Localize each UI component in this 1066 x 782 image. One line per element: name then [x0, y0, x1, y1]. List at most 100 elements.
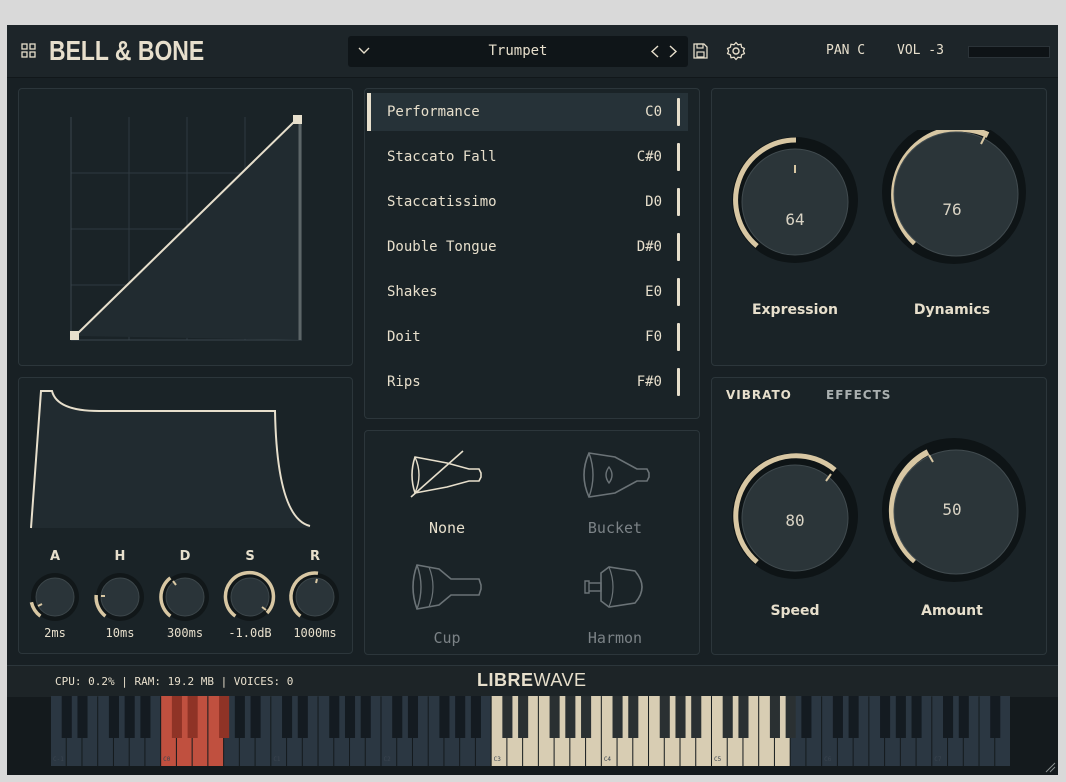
black-key[interactable] [344, 696, 356, 738]
black-key[interactable] [722, 696, 733, 738]
black-key[interactable] [187, 696, 198, 738]
black-key[interactable] [439, 696, 450, 738]
mute-option-cup[interactable]: Cup [387, 553, 507, 657]
black-key[interactable] [61, 696, 72, 738]
black-key[interactable] [124, 696, 135, 738]
grid-menu-icon[interactable] [21, 43, 37, 59]
preset-name: Trumpet [488, 43, 548, 59]
black-key[interactable] [659, 696, 670, 738]
resize-grip-icon[interactable] [1044, 761, 1056, 773]
velocity-curve-panel [18, 88, 353, 366]
black-key[interactable] [990, 696, 1001, 738]
black-key[interactable] [470, 696, 481, 738]
articulation-item[interactable]: Doit F0 [367, 318, 688, 356]
settings-gear-icon[interactable] [726, 41, 746, 61]
expression-knob[interactable] [732, 137, 858, 263]
articulation-keyswitch: F#0 [636, 374, 662, 390]
mute-option-harmon[interactable]: Harmon [555, 553, 675, 657]
black-key[interactable] [518, 696, 529, 738]
black-key[interactable] [171, 696, 182, 738]
articulation-item[interactable]: Double Tongue D#0 [367, 228, 688, 266]
volume-readout[interactable]: VOL -3 [897, 43, 944, 58]
dynamics-value: 76 [942, 200, 962, 219]
articulation-item[interactable]: Rips F#0 [367, 363, 688, 401]
black-key[interactable] [581, 696, 592, 738]
articulation-level-bar [677, 368, 680, 396]
articulation-keyswitch: C#0 [636, 149, 662, 165]
black-key[interactable] [329, 696, 340, 738]
black-key[interactable] [565, 696, 576, 738]
black-key[interactable] [769, 696, 780, 738]
black-key[interactable] [250, 696, 261, 738]
octave-label: C3 [493, 756, 501, 763]
speed-label: Speed [770, 603, 820, 619]
decay-value: 300ms [166, 626, 204, 640]
black-key[interactable] [549, 696, 560, 738]
hold-knob[interactable] [94, 573, 144, 621]
curve-start-handle[interactable] [70, 331, 79, 340]
attack-knob[interactable] [29, 573, 79, 621]
pan-readout[interactable]: PAN C [826, 43, 865, 58]
sustain-knob[interactable] [223, 570, 276, 621]
articulation-level-bar [677, 143, 680, 171]
black-key[interactable] [801, 696, 812, 738]
previous-preset-icon[interactable] [650, 45, 660, 58]
mute-option-none[interactable]: None [387, 441, 507, 551]
black-key[interactable] [911, 696, 922, 738]
release-knob[interactable] [289, 571, 339, 621]
black-key[interactable] [502, 696, 513, 738]
black-key[interactable] [738, 696, 749, 738]
black-key[interactable] [832, 696, 843, 738]
tab-vibrato[interactable]: VIBRATO [726, 388, 792, 402]
black-key[interactable] [958, 696, 969, 738]
articulation-item[interactable]: Performance C0 [367, 93, 688, 131]
articulation-item[interactable]: Shakes E0 [367, 273, 688, 311]
mute-label-none: None [428, 519, 466, 537]
black-key[interactable] [297, 696, 308, 738]
expression-label: Expression [751, 302, 839, 318]
velocity-curve-graph[interactable] [19, 89, 354, 367]
black-key[interactable] [234, 696, 245, 738]
black-key[interactable] [392, 696, 403, 738]
black-key[interactable] [108, 696, 119, 738]
black-key[interactable] [455, 696, 466, 738]
preset-selector[interactable]: Trumpet [348, 36, 688, 67]
articulation-level-bar [677, 188, 680, 216]
next-preset-icon[interactable] [668, 45, 678, 58]
articulation-keyswitch: D#0 [636, 239, 662, 255]
black-key[interactable] [282, 696, 293, 738]
amount-label: Amount [921, 603, 983, 619]
black-key[interactable] [219, 696, 230, 738]
black-key[interactable] [140, 696, 151, 738]
decay-knob[interactable] [159, 573, 209, 621]
black-key[interactable] [77, 696, 88, 738]
piano-keyboard[interactable] [51, 696, 1011, 766]
black-key[interactable] [848, 696, 859, 738]
black-key[interactable] [943, 696, 954, 738]
dynamics-knob[interactable] [882, 130, 1026, 264]
octave-label: C4 [603, 756, 612, 763]
octave-label: C6 [824, 756, 832, 763]
tab-effects[interactable]: EFFECTS [826, 388, 891, 402]
envelope-knobs [29, 570, 339, 621]
curve-end-handle[interactable] [293, 115, 302, 124]
amount-value: 50 [942, 500, 962, 519]
decay-label: D [179, 549, 191, 564]
mute-label-harmon: Harmon [587, 629, 643, 647]
black-key[interactable] [895, 696, 906, 738]
save-icon[interactable] [692, 43, 708, 59]
main-knobs [732, 130, 1026, 264]
black-key[interactable] [628, 696, 639, 738]
black-key[interactable] [785, 696, 796, 738]
attack-label: A [49, 549, 61, 564]
mute-option-bucket[interactable]: Bucket [555, 441, 675, 551]
black-key[interactable] [880, 696, 891, 738]
black-key[interactable] [691, 696, 702, 738]
articulation-item[interactable]: Staccato Fall C#0 [367, 138, 688, 176]
articulation-item[interactable]: Staccatissimo D0 [367, 183, 688, 221]
black-key[interactable] [407, 696, 419, 738]
black-key[interactable] [360, 696, 371, 738]
black-key[interactable] [675, 696, 686, 738]
black-key[interactable] [612, 696, 623, 738]
articulation-name: Staccato Fall [387, 149, 497, 165]
